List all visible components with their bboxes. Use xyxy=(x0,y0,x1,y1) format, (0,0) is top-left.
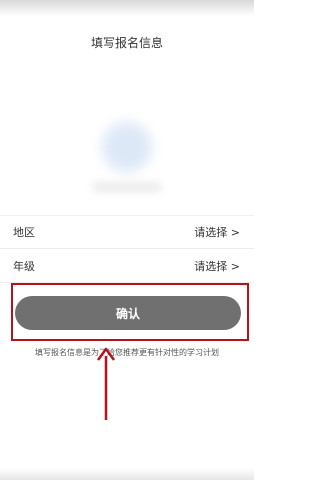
hint-text: 填写报名信息是为了给您推荐更有针对性的学习计划 xyxy=(35,348,219,357)
bottom-shade xyxy=(0,468,254,480)
page-title: 填写报名信息 xyxy=(90,36,163,50)
avatar xyxy=(102,122,152,172)
region-select-value[interactable]: 请选择 > xyxy=(194,224,240,240)
region-label: 地区 xyxy=(13,226,35,239)
user-name-blurred xyxy=(92,182,162,192)
confirm-button[interactable]: 确认 xyxy=(15,296,241,330)
grade-label: 年级 xyxy=(13,259,35,273)
grade-selector-row[interactable]: 年级 请选择 > xyxy=(0,249,254,283)
grade-select-value[interactable]: 请选择 > xyxy=(194,258,240,274)
region-selector-row[interactable]: 地区 请选择 > xyxy=(0,215,254,249)
screen: 填写报名信息 地区 请选择 > 年级 请选择 > 确认 填写报名信息是为了给您推… xyxy=(0,0,254,480)
top-shade xyxy=(0,0,254,16)
annotation-arrow-icon xyxy=(96,347,116,420)
